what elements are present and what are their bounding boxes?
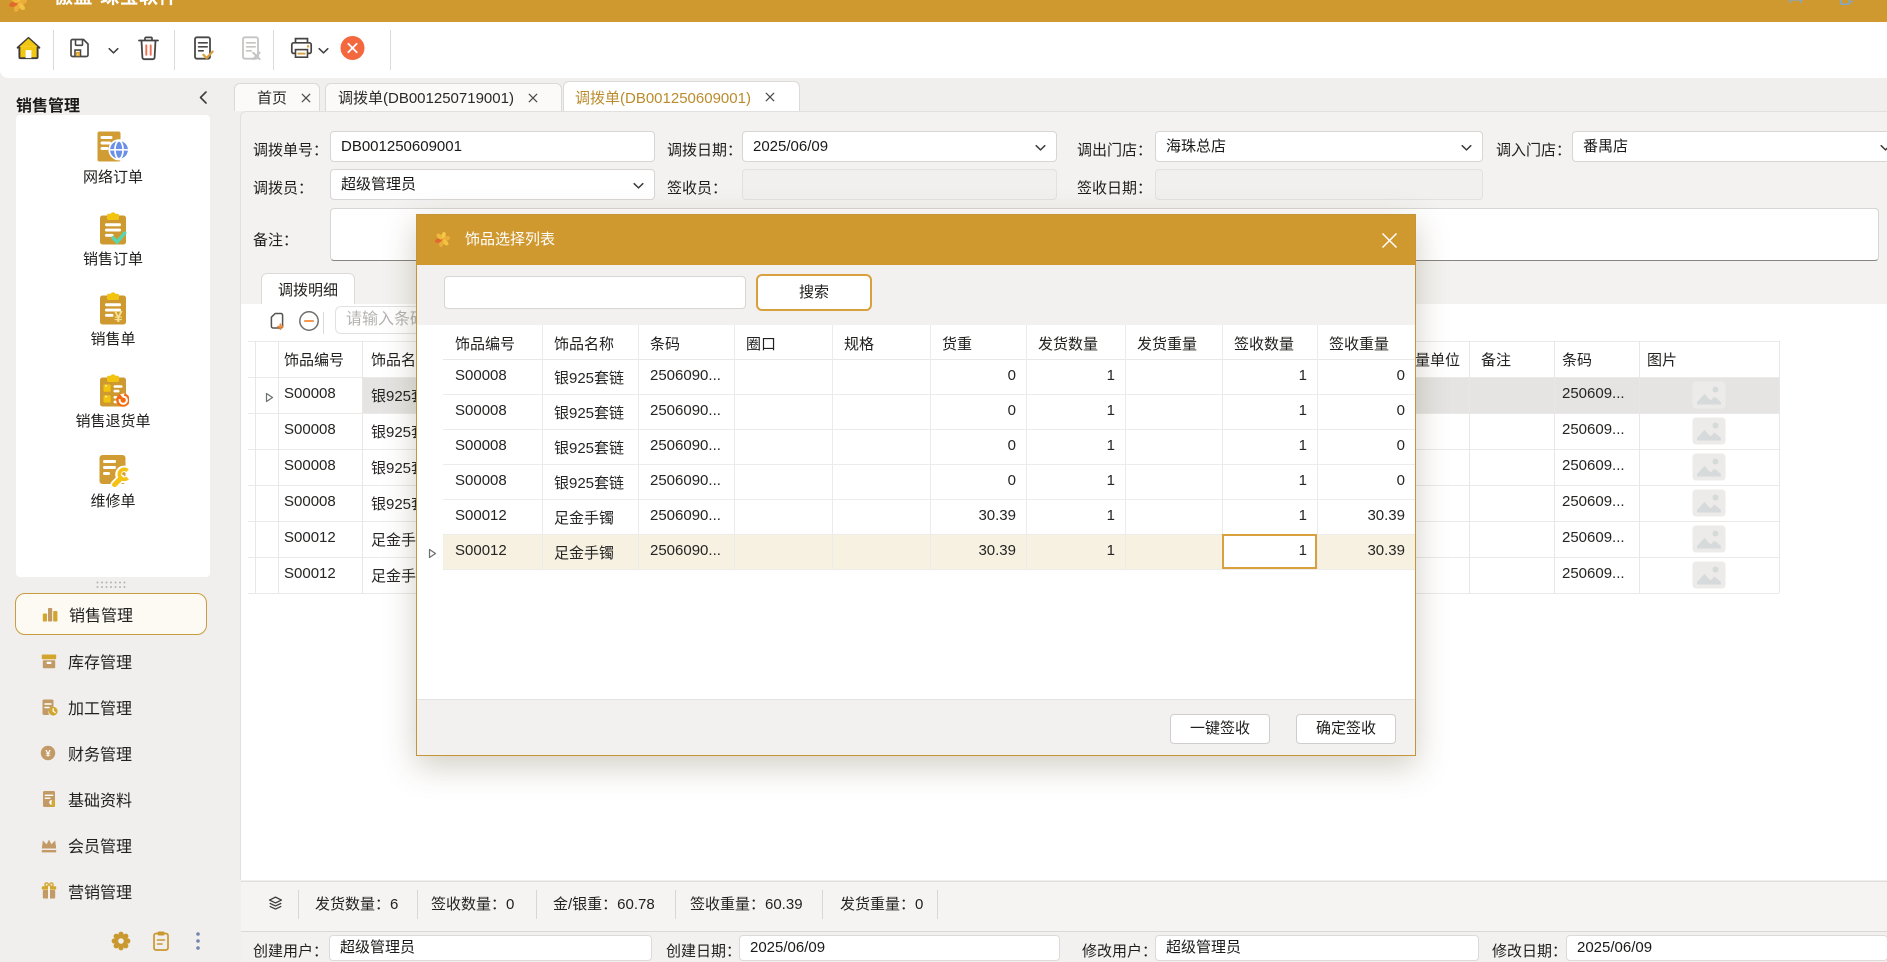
svg-text:¥: ¥	[45, 748, 51, 759]
svg-text:¥: ¥	[114, 309, 123, 325]
